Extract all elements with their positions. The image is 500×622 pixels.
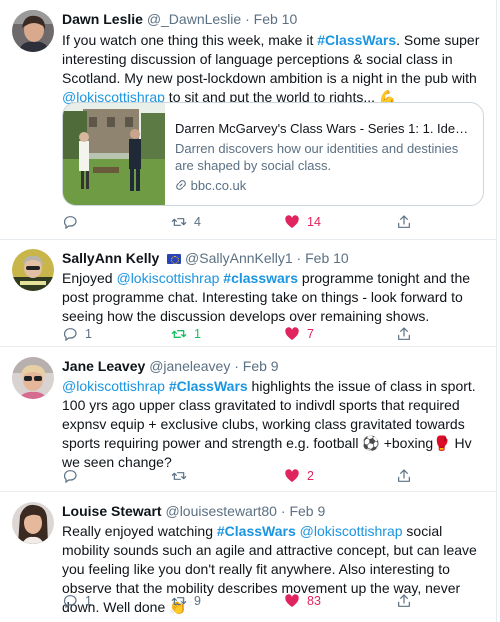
text-segment: Really enjoyed watching <box>62 523 217 539</box>
retweet-button[interactable]: 1 <box>171 326 201 342</box>
like-count: 7 <box>307 327 314 341</box>
tweet-text: Enjoyed @lokiscottishrap #classwars prog… <box>62 269 487 326</box>
reply-button[interactable] <box>62 214 85 230</box>
avatar-dawn-leslie[interactable] <box>12 10 54 52</box>
share-icon <box>398 469 410 482</box>
tweet-1[interactable]: Dawn Leslie @_DawnLeslie · Feb 10 If you… <box>0 0 497 240</box>
hashtag-link[interactable]: #ClassWars <box>317 32 396 48</box>
tweet-header: Louise Stewart @louisestewart80 · Feb 9 <box>62 503 326 519</box>
like-count: 2 <box>307 469 314 483</box>
reply-icon <box>63 216 77 230</box>
like-count: 83 <box>307 594 321 608</box>
mention-link[interactable]: @lokiscottishrap <box>62 378 165 394</box>
reply-icon <box>63 595 77 609</box>
like-button[interactable]: 14 <box>284 214 321 230</box>
like-button[interactable]: 7 <box>284 326 314 342</box>
retweet-icon <box>171 472 187 480</box>
author-handle[interactable]: @SallyAnnKelly1 <box>185 250 293 266</box>
author-name[interactable]: Jane Leavey <box>62 358 145 374</box>
share-button[interactable] <box>396 593 419 609</box>
reply-button[interactable]: 1 <box>62 593 92 609</box>
card-title: Darren McGarvey's Class Wars - Series 1:… <box>175 121 475 136</box>
share-button[interactable] <box>396 468 419 484</box>
card-domain-text: bbc.co.uk <box>190 178 247 193</box>
mention-link[interactable]: @lokiscottishrap <box>300 523 403 539</box>
tweet-actions: 4 14 <box>62 214 482 232</box>
tweet-text: @lokiscottishrap #ClassWars highlights t… <box>62 377 487 472</box>
reply-count: 1 <box>85 594 92 608</box>
tweet-date[interactable]: Feb 10 <box>305 250 349 266</box>
card-domain: bbc.co.uk <box>175 177 475 194</box>
text-segment: Enjoyed <box>62 270 117 286</box>
retweet-button[interactable]: 9 <box>171 593 201 609</box>
share-icon <box>398 327 410 340</box>
tweet-date[interactable]: Feb 9 <box>243 358 279 374</box>
retweet-count: 1 <box>194 327 201 341</box>
retweet-icon <box>171 218 187 226</box>
reply-count: 1 <box>85 327 92 341</box>
author-handle[interactable]: @janeleavey <box>149 358 230 374</box>
hashtag-link[interactable]: #ClassWars <box>217 523 296 539</box>
like-button[interactable]: 2 <box>284 468 314 484</box>
eu-flag-icon <box>167 254 182 264</box>
heart-icon <box>285 215 299 228</box>
tweet-actions: 1 1 7 <box>62 326 482 344</box>
share-button[interactable] <box>396 214 419 230</box>
card-text: Darren McGarvey's Class Wars - Series 1:… <box>175 120 475 194</box>
like-button[interactable]: 83 <box>284 593 321 609</box>
card-description: Darren discovers how our identities and … <box>175 141 459 173</box>
link-preview-card[interactable]: Darren McGarvey's Class Wars - Series 1:… <box>62 102 484 206</box>
card-thumbnail <box>63 103 165 205</box>
heart-icon <box>285 469 299 482</box>
retweet-icon <box>171 330 187 338</box>
like-count: 14 <box>307 215 321 229</box>
author-name[interactable]: SallyAnn Kelly <box>62 250 159 266</box>
tweet-actions: 1 9 83 <box>62 593 482 611</box>
retweet-button[interactable]: 4 <box>171 214 201 230</box>
reply-icon <box>63 328 77 342</box>
avatar-louise-stewart[interactable] <box>12 502 54 544</box>
hashtag-link[interactable]: #classwars <box>223 270 298 286</box>
author-handle[interactable]: @_DawnLeslie <box>147 11 241 27</box>
tweet-3[interactable]: Jane Leavey @janeleavey · Feb 9 @lokisco… <box>0 347 497 492</box>
tweet-2[interactable]: SallyAnn Kelly @SallyAnnKelly1 · Feb 10 … <box>0 240 497 347</box>
author-handle[interactable]: @louisestewart80 <box>165 503 277 519</box>
reply-button[interactable] <box>62 468 85 484</box>
text-segment: If you watch one thing this week, make i… <box>62 32 318 48</box>
tweet-actions: 2 <box>62 468 482 486</box>
retweet-count: 9 <box>194 594 201 608</box>
retweet-count: 4 <box>194 215 201 229</box>
reply-icon <box>63 470 77 484</box>
link-icon <box>176 180 186 190</box>
author-name[interactable]: Louise Stewart <box>62 503 162 519</box>
reply-button[interactable]: 1 <box>62 326 92 342</box>
heart-icon <box>285 327 299 340</box>
tweet-feed: Dawn Leslie @_DawnLeslie · Feb 10 If you… <box>0 0 497 622</box>
hashtag-link[interactable]: #ClassWars <box>169 378 248 394</box>
tweet-4[interactable]: Louise Stewart @louisestewart80 · Feb 9 … <box>0 492 497 622</box>
tweet-date[interactable]: Feb 10 <box>254 11 298 27</box>
mention-link[interactable]: @lokiscottishrap <box>116 270 219 286</box>
retweet-button[interactable] <box>171 468 194 484</box>
share-icon <box>398 594 410 607</box>
share-button[interactable] <box>396 326 419 342</box>
retweet-icon <box>171 597 187 605</box>
author-name[interactable]: Dawn Leslie <box>62 11 143 27</box>
tweet-text: If you watch one thing this week, make i… <box>62 31 487 107</box>
avatar-jane-leavey[interactable] <box>12 357 54 399</box>
tweet-date[interactable]: Feb 9 <box>289 503 325 519</box>
heart-icon <box>285 594 299 607</box>
tweet-header: Dawn Leslie @_DawnLeslie · Feb 10 <box>62 11 298 27</box>
tweet-header: SallyAnn Kelly @SallyAnnKelly1 · Feb 10 <box>62 250 349 266</box>
share-icon <box>398 215 410 228</box>
tweet-header: Jane Leavey @janeleavey · Feb 9 <box>62 358 279 374</box>
avatar-sallyann-kelly[interactable] <box>12 249 54 291</box>
